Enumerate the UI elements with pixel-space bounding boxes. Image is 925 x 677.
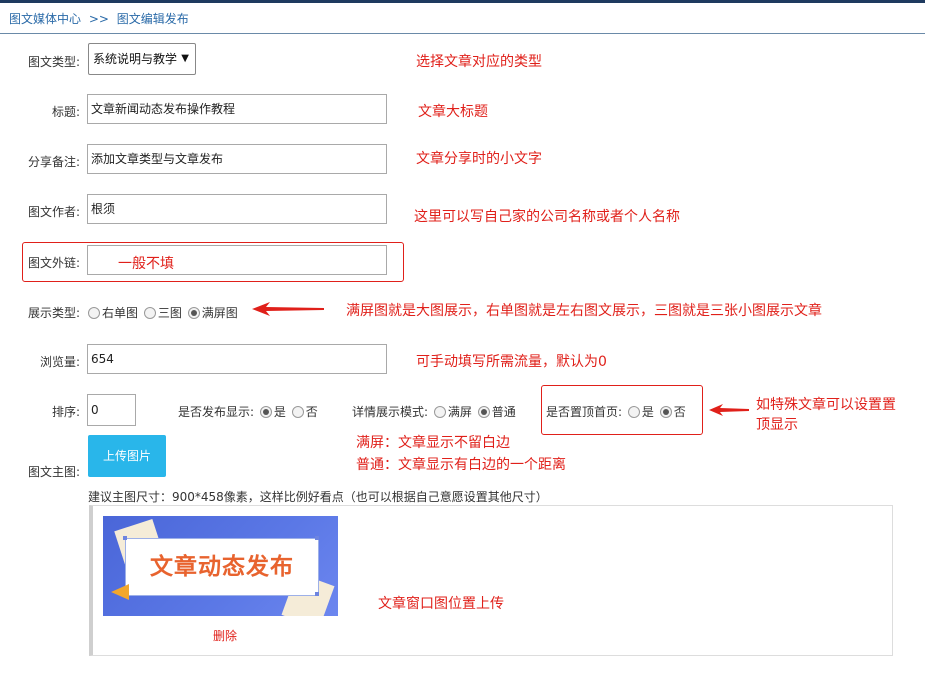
display-radio-group: 右单图 三图 满屏图: [86, 304, 238, 321]
note-author: 这里可以写自己家的公司名称或者个人名称: [414, 209, 680, 225]
title-label: 标题:: [51, 105, 80, 119]
corner-dot: [315, 592, 319, 596]
top-option-no: 否: [673, 405, 686, 419]
type-select[interactable]: 系统说明与教学 ▼: [88, 43, 196, 75]
note-link: 一般不填: [118, 256, 174, 272]
display-option-full: 满屏图: [201, 306, 238, 320]
title-input[interactable]: 文章新闻动态发布操作教程: [87, 94, 387, 124]
note-thumb: 文章窗口图位置上传: [378, 596, 504, 612]
share-input[interactable]: 添加文章类型与文章发布: [87, 144, 387, 174]
publish-option-no: 否: [305, 405, 318, 419]
type-label: 图文类型:: [27, 55, 80, 69]
breadcrumb-separator: >>: [88, 12, 109, 26]
delete-image-link[interactable]: 删除: [213, 627, 237, 644]
detail-option-full: 满屏: [447, 405, 472, 419]
note-display: 满屏图就是大图展示，右单图就是左右图文展示，三图就是三张小图展示文章: [346, 303, 822, 319]
display-radio-right[interactable]: [88, 307, 100, 319]
breadcrumb-root[interactable]: 图文媒体中心: [9, 12, 81, 26]
detail-radio-group: 详情展示模式: 满屏 普通: [352, 403, 516, 420]
top-label: 是否置顶首页:: [546, 405, 623, 419]
top-radio-yes[interactable]: [627, 406, 640, 418]
display-option-three: 三图: [157, 306, 182, 320]
note-title: 文章大标题: [418, 104, 488, 120]
display-radio-three[interactable]: [143, 307, 156, 319]
publish-radio-yes[interactable]: [259, 406, 272, 418]
breadcrumb: 图文媒体中心 >> 图文编辑发布: [9, 10, 193, 27]
publish-radio-no[interactable]: [291, 406, 304, 418]
sort-input[interactable]: 0: [87, 394, 136, 426]
author-input[interactable]: 根须: [87, 194, 387, 224]
share-label: 分享备注:: [27, 155, 80, 169]
thumbnail-title: 文章动态发布: [150, 554, 294, 580]
detail-label: 详情展示模式:: [352, 405, 429, 419]
note-detail-line2: 普通：文章显示有白边的一个距离: [356, 457, 566, 473]
display-label: 展示类型:: [27, 306, 80, 320]
note-share: 文章分享时的小文字: [416, 151, 542, 167]
sort-label: 排序:: [51, 405, 80, 419]
corner-dot: [123, 536, 127, 540]
note-top-line1: 如特殊文章可以设置置: [756, 397, 896, 413]
corner-dot: [315, 536, 319, 540]
detail-option-normal: 普通: [491, 405, 516, 419]
top-option-yes: 是: [641, 405, 654, 419]
top-radio-no[interactable]: [659, 406, 672, 418]
link-label: 图文外链:: [27, 256, 80, 270]
views-label: 浏览量:: [39, 355, 80, 369]
megaphone-icon: [111, 584, 129, 600]
type-select-value: 系统说明与教学: [93, 52, 178, 66]
note-type: 选择文章对应的类型: [416, 54, 542, 70]
views-input[interactable]: 654: [87, 344, 387, 374]
breadcrumb-divider: [0, 33, 925, 34]
publish-option-yes: 是: [273, 405, 286, 419]
image-label: 图文主图:: [27, 465, 80, 479]
top-radio-group: 是否置顶首页: 是 否: [546, 403, 686, 420]
note-detail-line1: 满屏：文章显示不留白边: [356, 435, 510, 451]
arrow-left-icon-2: [709, 404, 749, 416]
publish-label: 是否发布显示:: [178, 405, 255, 419]
display-radio-full[interactable]: [187, 307, 200, 319]
upload-image-button[interactable]: 上传图片: [88, 435, 166, 477]
top-accent-bar: [0, 0, 925, 3]
note-views: 可手动填写所需流量，默认为0: [416, 354, 607, 370]
author-label: 图文作者:: [27, 205, 80, 219]
image-size-hint: 建议主图尺寸：900*458像素，这样比例好看点（也可以根据自己意愿设置其他尺寸…: [88, 490, 548, 504]
detail-radio-full[interactable]: [433, 406, 446, 418]
thumbnail-image[interactable]: 文章动态发布: [103, 516, 338, 616]
thumbnail-card: 文章动态发布: [125, 538, 319, 596]
breadcrumb-current: 图文编辑发布: [116, 12, 189, 26]
detail-radio-normal[interactable]: [477, 406, 490, 418]
chevron-down-icon: ▼: [181, 53, 189, 64]
arrow-left-icon: [252, 302, 324, 316]
note-top-line2: 顶显示: [756, 417, 798, 433]
display-option-right: 右单图: [102, 306, 139, 320]
publish-radio-group: 是否发布显示: 是 否: [178, 403, 318, 420]
